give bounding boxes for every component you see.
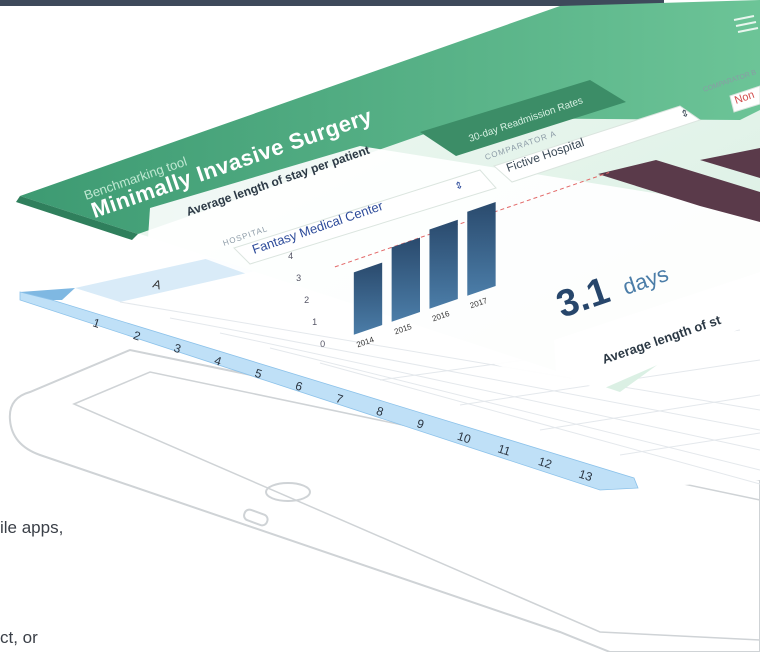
bar[interactable] <box>391 237 420 322</box>
bar[interactable] <box>353 262 383 335</box>
y-tick-label: 3 <box>296 273 301 283</box>
bar[interactable] <box>467 201 496 296</box>
bar[interactable] <box>429 219 458 309</box>
y-tick-label: 1 <box>312 317 317 327</box>
y-tick-label: 4 <box>288 251 293 261</box>
y-tick-label: 0 <box>320 339 325 349</box>
home-button <box>265 482 311 502</box>
device-illustration: A 12345678910111213 Benchmarking tool Mi… <box>8 0 760 652</box>
y-tick-label: 2 <box>304 295 309 305</box>
